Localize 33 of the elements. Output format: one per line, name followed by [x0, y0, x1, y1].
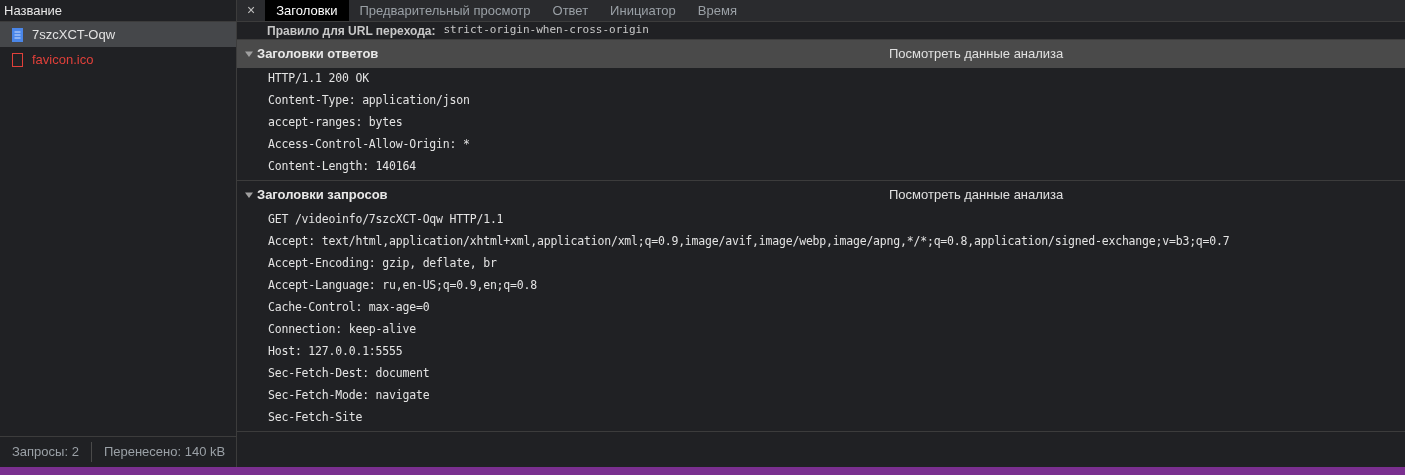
header-line: Accept-Encoding: gzip, deflate, br: [268, 255, 498, 273]
header-line: GET /videoinfo/7szcXCT-Oqw HTTP/1.1: [268, 211, 505, 229]
field-label: Правило для URL перехода:: [267, 22, 436, 40]
header-line: Sec-Fetch-Dest: document: [268, 365, 431, 383]
tab[interactable]: Заголовки: [265, 0, 349, 21]
header-line: Sec-Fetch-Mode: navigate: [268, 387, 431, 405]
request-item[interactable]: favicon.ico: [0, 47, 236, 72]
header-line: Content-Type: application/json: [268, 92, 471, 110]
header-line: accept-ranges: bytes: [268, 114, 404, 132]
request-item[interactable]: 7szcXCT-Oqw: [0, 22, 236, 47]
section-title: Заголовки ответов: [257, 45, 380, 64]
header-line: Content-Length: 140164: [268, 158, 417, 176]
section-header[interactable]: Заголовки запросов Посмотреть данные анализа: [237, 181, 1405, 209]
header-line: Accept-Language: ru,en-US;q=0.9,en;q=0.8: [268, 277, 538, 295]
file-icon: [12, 52, 23, 67]
header-line: Accept: text/html,application/xhtml+xml,application/xml;q=0.9,image/avif,image/webp,image/apng,*/*;q=0.8,application/signed-exchange;v=b3;q=0.7: [268, 233, 1231, 251]
section-header[interactable]: Заголовки ответов Посмотреть данные анализа: [237, 40, 1405, 68]
section-title: Заголовки запросов: [257, 186, 389, 205]
triangle-icon: [245, 191, 253, 199]
header-line: Access-Control-Allow-Origin: *: [268, 136, 471, 154]
field-value: strict-origin-when-cross-origin: [443, 22, 649, 39]
close-button[interactable]: ×: [237, 0, 266, 21]
view-parsed-link[interactable]: Посмотреть данные анализа: [889, 185, 1064, 205]
header-line: Sec-Fetch-Site: [268, 409, 364, 427]
header-line: Connection: keep-alive: [268, 321, 417, 339]
status-text: Запросы: 2: [11, 443, 80, 462]
triangle-icon: [245, 50, 253, 58]
header-line: Host: 127.0.0.1:5555: [268, 343, 404, 361]
document-icon: [12, 27, 23, 42]
status-text: Перенесено: 140 kB: [90, 442, 238, 462]
header-line: Cache-Control: max-age=0: [268, 299, 431, 317]
view-parsed-link[interactable]: Посмотреть данные анализа: [889, 44, 1064, 64]
header-line: HTTP/1.1 200 OK: [268, 70, 370, 88]
